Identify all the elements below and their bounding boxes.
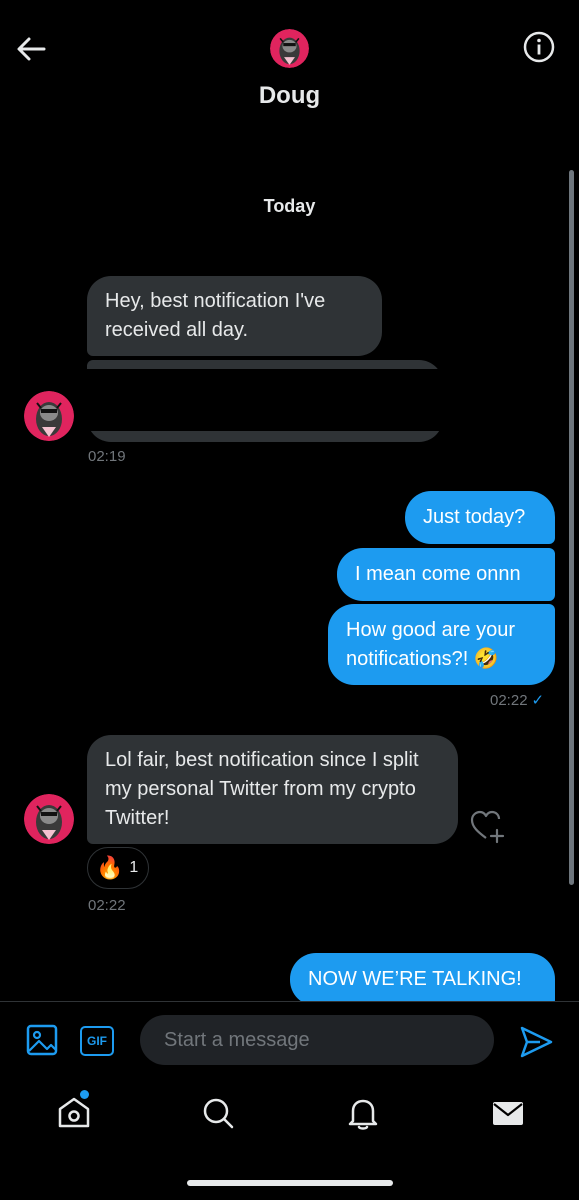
image-icon — [26, 1024, 58, 1056]
search-icon — [203, 1098, 234, 1129]
message-timestamp: 02:22 — [88, 897, 126, 914]
contact-name[interactable]: Doug — [0, 82, 579, 110]
ape-avatar-icon — [24, 391, 74, 441]
nav-search[interactable] — [198, 1093, 238, 1133]
read-check-icon: ✓ — [531, 692, 545, 709]
home-icon — [58, 1097, 90, 1128]
heart-plus-icon — [470, 810, 505, 844]
message-bubble-incoming[interactable]: Lol fair, best notification since I spli… — [87, 735, 458, 844]
message-text: How good are your notifications?! 🤣 — [346, 619, 515, 670]
message-bubble-outgoing[interactable]: I mean come onnn — [337, 548, 555, 601]
send-icon — [520, 1026, 553, 1058]
back-button[interactable] — [14, 32, 48, 66]
message-bubble-outgoing[interactable]: How good are your notifications?! 🤣 — [328, 604, 555, 685]
message-text: Lol fair, best notification since I spli… — [105, 749, 419, 829]
ape-avatar-icon — [24, 794, 74, 844]
message-text: Hey, best notification I've received all… — [105, 290, 326, 341]
conversation-info-button[interactable] — [523, 31, 555, 63]
message-timestamp: 02:19 — [88, 448, 126, 465]
send-button[interactable] — [518, 1024, 554, 1060]
reaction-pill[interactable]: 🔥 1 — [87, 847, 149, 889]
message-bubble-incoming[interactable]: Hey, best notification I've received all… — [87, 276, 382, 356]
timestamp-text: 02:22 — [490, 692, 528, 709]
scrollbar[interactable] — [569, 170, 574, 885]
message-timestamp: 02:22 ✓ — [490, 691, 544, 709]
nav-notifications[interactable] — [343, 1093, 383, 1133]
contact-avatar-small[interactable] — [24, 391, 74, 441]
ape-avatar-icon — [270, 29, 309, 68]
bottom-navigation — [0, 1079, 579, 1200]
conversation-header: Doug — [0, 0, 579, 130]
date-separator: Today — [263, 196, 316, 216]
message-composer: GIF — [0, 1001, 579, 1079]
nav-home[interactable] — [54, 1093, 94, 1133]
add-photo-button[interactable] — [26, 1024, 58, 1056]
message-text: I mean come onnn — [355, 563, 521, 585]
message-bubble-outgoing[interactable]: NOW WE’RE TALKING! — [290, 953, 555, 1006]
message-bubble-incoming-media[interactable] — [87, 360, 443, 442]
contact-avatar-small[interactable] — [24, 794, 74, 844]
message-text: NOW WE’RE TALKING! — [308, 968, 522, 990]
arrow-left-icon — [17, 37, 46, 61]
message-bubble-outgoing[interactable]: Just today? — [405, 491, 555, 544]
contact-avatar[interactable] — [270, 29, 309, 68]
message-text: Just today? — [423, 506, 526, 528]
envelope-icon — [493, 1102, 523, 1125]
add-reaction-button[interactable] — [468, 806, 508, 846]
message-input[interactable] — [140, 1015, 494, 1065]
reaction-count: 1 — [129, 859, 139, 876]
new-content-dot — [80, 1090, 89, 1099]
nav-messages[interactable] — [488, 1093, 528, 1133]
gif-button[interactable]: GIF — [80, 1026, 114, 1056]
media-placeholder — [87, 369, 443, 431]
home-indicator[interactable] — [187, 1180, 393, 1186]
info-icon — [523, 31, 555, 63]
fire-emoji-icon: 🔥 — [96, 855, 124, 880]
bell-icon — [348, 1099, 378, 1130]
